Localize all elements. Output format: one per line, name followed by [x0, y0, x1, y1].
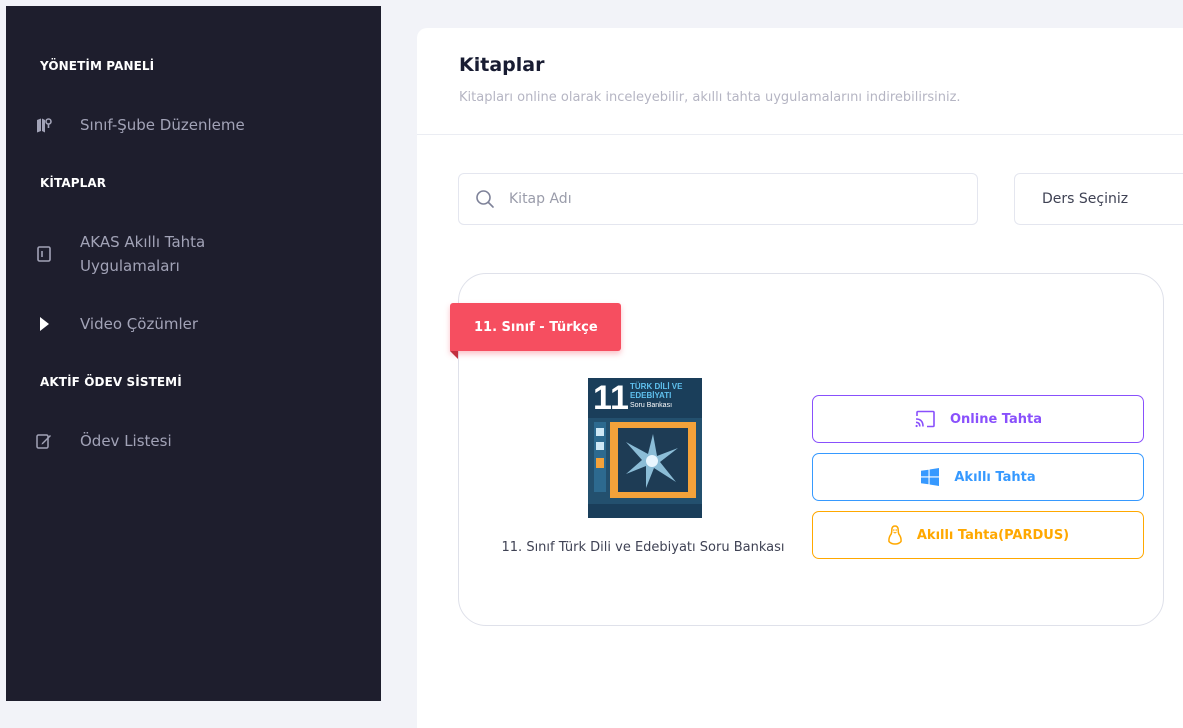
- sidebar-item-akas[interactable]: AKAS Akıllı Tahta Uygulamaları: [36, 230, 371, 278]
- sidebar-item-sinif-sube[interactable]: Sınıf-Şube Düzenleme: [36, 113, 371, 137]
- page-subtitle: Kitapları online olarak inceleyebilir, a…: [459, 90, 961, 105]
- sidebar-item-label-line1: AKAS Akıllı Tahta: [80, 233, 206, 251]
- linux-icon: [887, 525, 903, 545]
- windows-icon: [920, 468, 940, 486]
- cover-title-line2: EDEBİYATI: [630, 391, 672, 400]
- online-tahta-button[interactable]: Online Tahta: [812, 395, 1144, 443]
- book-cover-image[interactable]: 11 TÜRK DİLİ VE EDEBİYATI Soru Bankası: [588, 378, 702, 518]
- sidebar-item-label-line2: Uygulamaları: [80, 257, 180, 275]
- sidebar-item-label: Ödev Listesi: [80, 432, 172, 450]
- play-icon: [36, 316, 52, 332]
- page-title: Kitaplar: [459, 54, 545, 76]
- sidebar-item-odev-listesi[interactable]: Ödev Listesi: [36, 429, 371, 453]
- cover-title-line1: TÜRK DİLİ VE: [630, 382, 683, 391]
- sidebar-item-label: Video Çözümler: [80, 315, 199, 333]
- pardus-button[interactable]: Akıllı Tahta(PARDUS): [812, 511, 1144, 559]
- online-tahta-label: Online Tahta: [949, 411, 1043, 427]
- edit-icon: [36, 433, 52, 449]
- sidebar: YÖNETİM PANELİ Sınıf-Şube Düzenleme KİTA…: [6, 6, 381, 701]
- akilli-tahta-label: Akıllı Tahta: [954, 469, 1036, 485]
- sidebar-item-video[interactable]: Video Çözümler: [36, 312, 371, 336]
- class-ribbon: 11. Sınıf - Türkçe: [450, 303, 621, 351]
- sidebar-item-label: AKAS Akıllı Tahta Uygulamaları: [80, 230, 205, 278]
- book-icon: [36, 246, 52, 262]
- page-header: Kitaplar Kitapları online olarak inceley…: [417, 28, 1183, 135]
- book-title: 11. Sınıf Türk Dili ve Edebiyatı Soru Ba…: [501, 540, 785, 555]
- section-aktif-odev: AKTİF ÖDEV SİSTEMİ: [40, 375, 182, 389]
- sidebar-item-label: Sınıf-Şube Düzenleme: [80, 116, 245, 134]
- search-icon: [476, 190, 494, 208]
- akilli-tahta-button[interactable]: Akıllı Tahta: [812, 453, 1144, 501]
- ribbon-fold: [450, 351, 458, 359]
- ders-select-value: Ders Seçiniz: [1042, 191, 1129, 207]
- cast-icon: [914, 410, 936, 428]
- map-pin-icon: [36, 117, 52, 133]
- cover-number: 11: [593, 379, 629, 417]
- search-box[interactable]: [458, 173, 978, 225]
- search-input[interactable]: [507, 190, 911, 208]
- pardus-label: Akıllı Tahta(PARDUS): [916, 527, 1070, 543]
- section-kitaplar: KİTAPLAR: [40, 176, 107, 190]
- section-yonetim-paneli: YÖNETİM PANELİ: [40, 59, 155, 73]
- ders-select[interactable]: Ders Seçiniz: [1014, 173, 1183, 225]
- cover-title-line3: Soru Bankası: [630, 402, 673, 409]
